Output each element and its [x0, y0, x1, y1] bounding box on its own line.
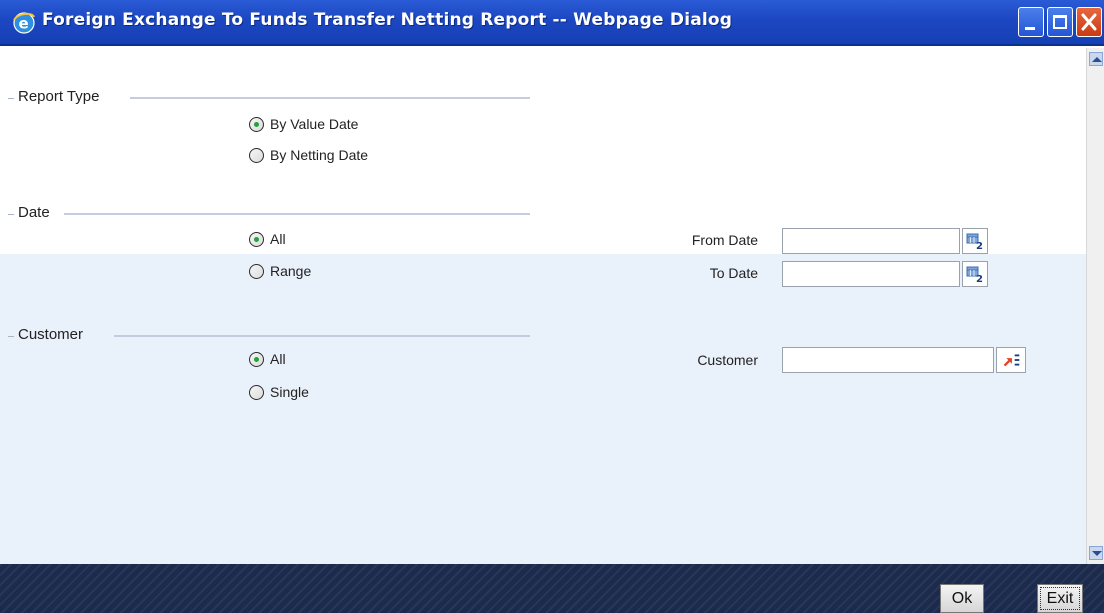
section-label-report-type: Report Type	[18, 88, 100, 105]
calendar-icon[interactable]: 2	[962, 261, 988, 287]
section-divider	[64, 213, 530, 215]
arrow-down-icon	[1092, 551, 1102, 556]
minimize-icon	[1025, 27, 1035, 30]
radio-circle[interactable]	[249, 264, 264, 279]
from-date-label: From Date	[691, 232, 758, 248]
section-date: Date	[8, 204, 532, 224]
radio-label: By Value Date	[270, 116, 359, 132]
to-date-label: To Date	[709, 265, 758, 281]
scroll-up-button[interactable]	[1089, 52, 1103, 66]
maximize-button[interactable]	[1047, 7, 1073, 37]
close-icon	[1081, 13, 1097, 31]
radio-circle[interactable]	[249, 117, 264, 132]
content-background-band	[0, 254, 1086, 564]
title-bar: e Foreign Exchange To Funds Transfer Net…	[0, 0, 1104, 46]
section-divider	[130, 97, 530, 99]
ok-button[interactable]: Ok	[940, 584, 984, 613]
vertical-scrollbar[interactable]	[1086, 48, 1104, 564]
list-of-values-icon[interactable]	[996, 347, 1026, 373]
section-divider	[114, 335, 530, 337]
svg-text:2: 2	[976, 274, 983, 285]
window-title: Foreign Exchange To Funds Transfer Netti…	[42, 10, 733, 30]
radio-label: Single	[270, 384, 309, 400]
scroll-down-button[interactable]	[1089, 546, 1103, 560]
section-report-type: Report Type	[8, 88, 532, 108]
radio-circle[interactable]	[249, 148, 264, 163]
customer-field-label: Customer	[697, 352, 758, 368]
svg-text:e: e	[19, 15, 29, 33]
minimize-button[interactable]	[1018, 7, 1044, 37]
calendar-icon[interactable]: 2	[962, 228, 988, 254]
dialog-content: Report Type By Value Date By Netting Dat…	[0, 48, 1086, 564]
from-date-input[interactable]	[782, 228, 960, 254]
arrow-up-icon	[1092, 57, 1102, 62]
close-button[interactable]	[1076, 7, 1102, 37]
radio-label: By Netting Date	[270, 147, 369, 163]
customer-input[interactable]	[782, 347, 994, 373]
radio-circle[interactable]	[249, 232, 264, 247]
radio-selected-dot	[254, 122, 259, 127]
dialog-footer: Ok Exit	[0, 564, 1104, 613]
radio-label: All	[270, 351, 286, 367]
radio-circle[interactable]	[249, 352, 264, 367]
radio-selected-dot	[254, 237, 259, 242]
radio-selected-dot	[254, 357, 259, 362]
radio-label: Range	[270, 263, 312, 279]
section-customer: Customer	[8, 326, 532, 346]
radio-circle[interactable]	[249, 385, 264, 400]
to-date-input[interactable]	[782, 261, 960, 287]
radio-label: All	[270, 231, 286, 247]
section-label-customer: Customer	[18, 326, 84, 343]
section-label-date: Date	[18, 204, 50, 221]
svg-text:2: 2	[976, 241, 983, 252]
ie-icon: e	[13, 12, 35, 34]
exit-button[interactable]: Exit	[1037, 584, 1083, 613]
maximize-icon	[1053, 15, 1067, 29]
